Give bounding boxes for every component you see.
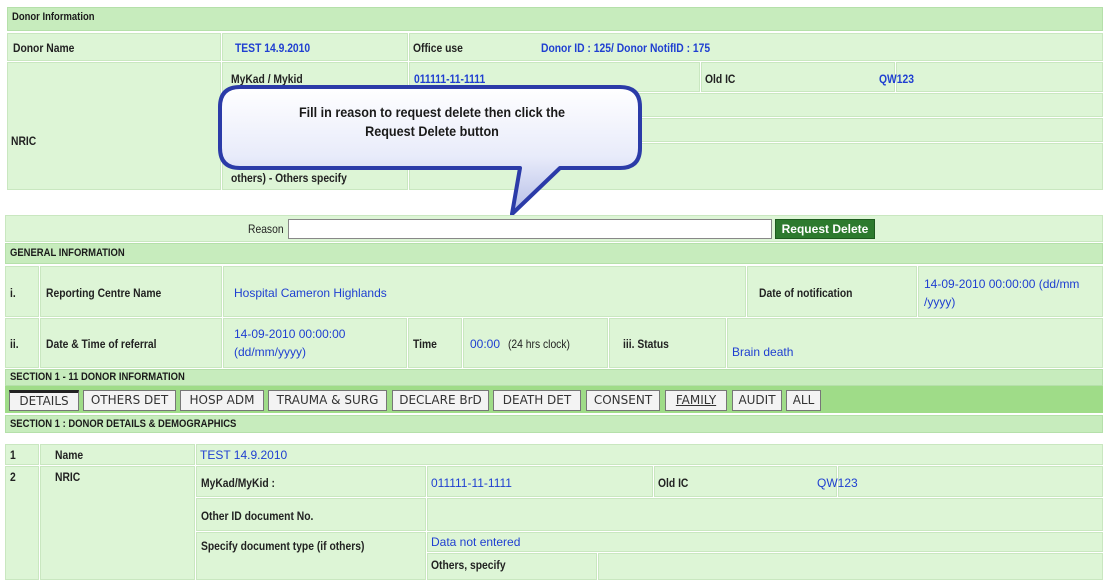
d-other-id-value-cell xyxy=(427,498,1103,531)
d-old-ic-value-cell: QW123 xyxy=(817,466,1103,497)
d-specify-doc-value-cell: Data not entered xyxy=(427,532,1103,552)
reporting-centre-value: Hospital Cameron Highlands xyxy=(234,286,387,300)
date-notif-label-cell: Date of notification xyxy=(747,266,917,317)
date-notif-value-2: /yyyy) xyxy=(924,295,956,309)
callout-line-1: Fill in reason to request delete then cl… xyxy=(298,104,566,120)
gi-row2-num: ii. xyxy=(10,337,19,351)
d-others-specify-value-cell xyxy=(598,553,1103,580)
callout-line-2: Request Delete button xyxy=(365,123,499,139)
status-value: Brain death xyxy=(732,345,794,359)
tab-trauma-surg[interactable]: TRAUMA & SURG xyxy=(268,390,387,411)
tab-audit[interactable]: AUDIT xyxy=(732,390,782,411)
referral-label: Date & Time of referral xyxy=(46,337,157,351)
d-specify-doc-label: Specify document type (if others) xyxy=(201,539,365,553)
d-mykad-label: MyKad/MyKid : xyxy=(201,476,275,490)
tab-family[interactable]: FAMILY xyxy=(665,390,727,411)
gi-row2-num-cell: ii. xyxy=(5,318,39,368)
date-notif-label: Date of notification xyxy=(759,286,853,300)
d-other-id-label: Other ID document No. xyxy=(201,509,314,523)
reporting-centre-label-cell: Reporting Centre Name xyxy=(40,266,222,317)
tab-consent[interactable]: CONSENT xyxy=(586,390,660,411)
status-label-cell: iii. Status xyxy=(609,318,726,368)
d-old-ic-value: QW123 xyxy=(817,476,858,490)
section-1-11-header-label: SECTION 1 - 11 DONOR INFORMATION xyxy=(10,371,185,383)
d-specify-doc-label-cell: Specify document type (if others) xyxy=(196,532,426,580)
callout-text: Fill in reason to request delete then cl… xyxy=(252,103,612,141)
tab-declare-brd[interactable]: DECLARE BrD xyxy=(392,390,489,411)
time-suffix: (24 hrs clock) xyxy=(508,337,570,351)
reporting-centre-label: Reporting Centre Name xyxy=(46,286,162,300)
d-row1-num: 1 xyxy=(10,448,16,462)
d-other-id-label-cell: Other ID document No. xyxy=(196,498,426,531)
d-mykad-value-cell: 011111-11-1111 xyxy=(427,466,653,497)
status-label: iii. Status xyxy=(623,337,669,351)
d-name-label-cell: Name xyxy=(40,444,195,465)
section-1-header-label: SECTION 1 : DONOR DETAILS & DEMOGRAPHICS xyxy=(10,418,237,430)
date-notif-value-cell: 14-09-2010 00:00:00 (dd/mm /yyyy) xyxy=(918,266,1103,317)
general-info-header-label: GENERAL INFORMATION xyxy=(10,247,125,259)
d-name-value: TEST 14.9.2010 xyxy=(200,448,288,462)
section-1-11-header: SECTION 1 - 11 DONOR INFORMATION xyxy=(5,369,1103,386)
d-specify-doc-value: Data not entered xyxy=(431,535,521,549)
d-others-specify-label-cell: Others, specify xyxy=(427,553,597,580)
referral-label-cell: Date & Time of referral xyxy=(40,318,222,368)
tab-hosp-adm[interactable]: HOSP ADM xyxy=(180,390,264,411)
time-label-cell: Time xyxy=(408,318,462,368)
reason-label: Reason xyxy=(248,222,284,236)
time-label: Time xyxy=(413,337,437,351)
section-1-header: SECTION 1 : DONOR DETAILS & DEMOGRAPHICS xyxy=(5,415,1103,433)
tab-others-det[interactable]: OTHERS DET xyxy=(83,390,176,411)
d-row2-num-cell: 2 xyxy=(5,466,39,580)
d-name-label: Name xyxy=(55,448,84,462)
request-delete-button[interactable]: Request Delete xyxy=(775,219,875,239)
d-old-ic-label: Old IC xyxy=(658,476,689,490)
d-row2-num: 2 xyxy=(10,470,16,484)
d-others-specify-label: Others, specify xyxy=(431,558,506,572)
date-notif-value-1: 14-09-2010 00:00:00 (dd/mm xyxy=(924,277,1080,291)
d-nric-label-cell: NRIC xyxy=(40,466,195,580)
time-value: 00:00 xyxy=(470,337,501,351)
referral-value-2: (dd/mm/yyyy) xyxy=(234,345,306,359)
d-old-ic-label-cell: Old IC xyxy=(654,466,837,497)
d-mykad-label-cell: MyKad/MyKid : xyxy=(196,466,426,497)
tab-death-det[interactable]: DEATH DET xyxy=(493,390,581,411)
referral-value-1: 14-09-2010 00:00:00 xyxy=(234,327,346,341)
d-nric-label: NRIC xyxy=(55,470,81,484)
reporting-centre-value-cell: Hospital Cameron Highlands xyxy=(223,266,746,317)
reason-input[interactable] xyxy=(288,219,772,239)
d-name-value-cell: TEST 14.9.2010 xyxy=(196,444,1103,465)
status-value-cell: Brain death xyxy=(727,318,1103,368)
time-value-cell: 00:00 (24 hrs clock) xyxy=(463,318,608,368)
d-row1-num-cell: 1 xyxy=(5,444,39,465)
tab-all[interactable]: ALL xyxy=(786,390,821,411)
general-info-header: GENERAL INFORMATION xyxy=(5,243,1103,264)
tab-details[interactable]: DETAILS xyxy=(9,390,79,411)
referral-value-cell: 14-09-2010 00:00:00 (dd/mm/yyyy) xyxy=(223,318,407,368)
d-mykad-value: 011111-11-1111 xyxy=(431,476,512,490)
gi-row1-num-cell: i. xyxy=(5,266,39,317)
gi-row1-num: i. xyxy=(10,286,16,300)
